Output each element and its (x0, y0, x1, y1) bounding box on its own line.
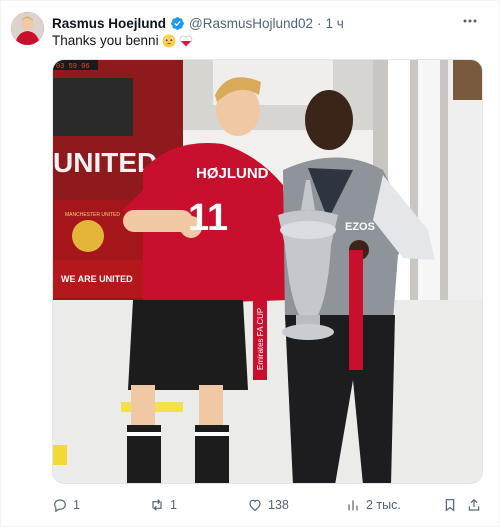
repost-icon (152, 499, 162, 511)
more-options-button[interactable] (459, 11, 481, 31)
action-bar: 1 1 138 2 тыс. (52, 494, 482, 516)
reply-button[interactable]: 1 (52, 494, 80, 516)
dressing-room-photo: 03 59 06 UNITED MANCHESTER UNITED WE ARE… (53, 60, 482, 483)
separator-dot: · (317, 15, 322, 31)
views-chart-icon (348, 500, 358, 511)
share-button[interactable] (466, 494, 482, 516)
post-card[interactable]: Rasmus Hoejlund @RasmusHojlund02 · 1 ч T… (0, 0, 500, 527)
avatar-image (11, 12, 44, 45)
jersey-name: HØJLUND (196, 165, 269, 182)
we-are-united-sign: WE ARE UNITED (61, 274, 133, 284)
heart-icon (249, 499, 261, 512)
author-avatar[interactable] (11, 12, 44, 45)
wall-united-text: UNITED (53, 147, 157, 178)
crest-text: MANCHESTER UNITED (65, 212, 120, 218)
author-handle[interactable]: @RasmusHojlund02 (189, 16, 313, 31)
bookmark-icon (445, 499, 455, 512)
scoreboard-text: 03 59 06 (56, 63, 90, 71)
post-text: Thanks you benni (52, 33, 193, 48)
repost-count: 1 (170, 498, 177, 512)
post-text-content: Thanks you benni (52, 33, 159, 48)
pleading-face-icon (162, 34, 176, 47)
bookmark-button[interactable] (442, 494, 458, 516)
post-photo[interactable]: 03 59 06 UNITED MANCHESTER UNITED WE ARE… (52, 59, 483, 484)
post-timestamp[interactable]: 1 ч (326, 16, 344, 31)
post-header: Rasmus Hoejlund @RasmusHojlund02 · 1 ч (52, 13, 344, 33)
repost-button[interactable]: 1 (149, 494, 177, 516)
view-count: 2 тыс. (366, 498, 401, 512)
views-button[interactable]: 2 тыс. (345, 494, 401, 516)
sponsor-text: EZOS (345, 221, 375, 233)
ribbon-text: Emirates FA CUP (256, 308, 265, 370)
reply-count: 1 (73, 498, 80, 512)
jersey-number: 11 (188, 197, 228, 239)
verified-badge-icon (170, 16, 185, 31)
like-count: 138 (268, 498, 289, 512)
share-icon (468, 498, 480, 511)
reply-icon (54, 499, 66, 513)
like-button[interactable]: 138 (247, 494, 289, 516)
more-dots-icon (463, 19, 477, 23)
poland-heart-icon (179, 35, 192, 47)
author-name[interactable]: Rasmus Hoejlund (52, 16, 166, 31)
